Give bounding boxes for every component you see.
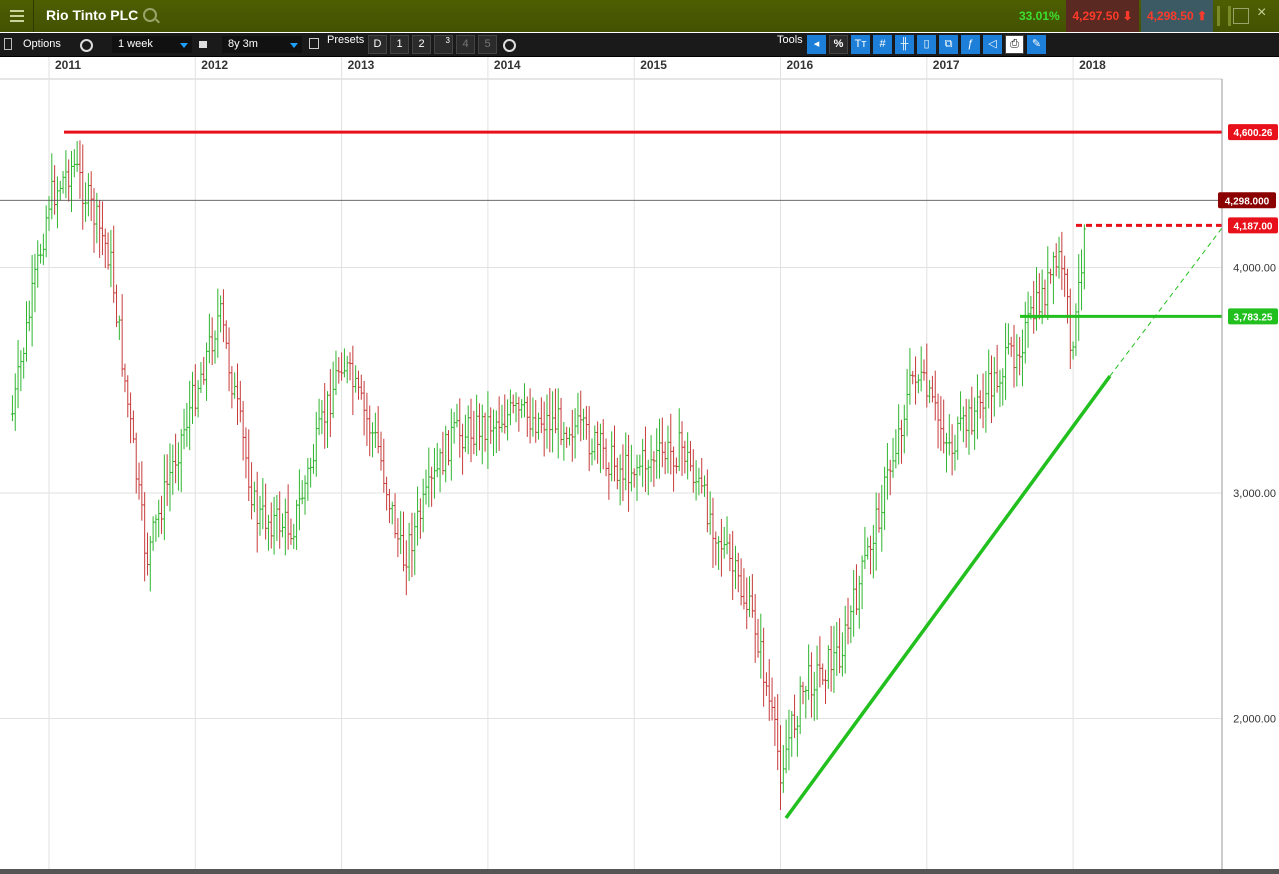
preset-d-button[interactable]: D [368,35,387,54]
price-axis-label: 2,000.00 [1233,714,1276,726]
drag-handle-icon[interactable] [1217,6,1231,26]
lock-icon[interactable] [199,33,209,56]
settings-gear-icon[interactable] [80,39,93,52]
grid-tool[interactable]: # [873,35,892,54]
year-label: 2014 [494,58,521,72]
pencil-icon: ✎ [1031,38,1042,50]
range-select[interactable]: 8y 3m [222,36,302,53]
grid-icon: # [879,38,886,50]
resistance-recent-badge: 4,187.00 [1228,217,1278,234]
menu-icon [9,15,24,17]
calendar-icon[interactable] [309,33,321,56]
price-chart[interactable]: 2011 2012 2013 2014 2015 2016 2017 2018 2,000.0… [0,57,1279,874]
year-label: 2017 [933,58,960,72]
year-label: 2011 [55,58,81,72]
label-tool[interactable]: ◁ [983,35,1002,54]
options-icon[interactable] [4,33,14,56]
percent-tool[interactable]: % [829,35,848,54]
price-axis-label: 4,000.00 [1233,263,1276,275]
popout-icon[interactable] [1233,8,1249,24]
chevron-down-icon [180,43,188,48]
close-icon[interactable]: × [1257,5,1271,21]
range-value: 8y 3m [228,38,258,50]
presets-settings-icon[interactable] [503,39,516,52]
buy-price: 4,298.50 [1146,9,1194,23]
year-label: 2013 [348,58,375,72]
indicator-icon: ƒ [967,38,974,50]
preset-3-button[interactable]: 3 [434,35,453,54]
preset-5-button[interactable]: 5 [478,35,497,54]
preset-2-button[interactable]: 2 [412,35,431,54]
print-tool[interactable]: ⎙ [1005,35,1024,54]
svg-text:3,783.25: 3,783.25 [1234,312,1273,323]
year-label: 2012 [201,58,228,72]
svg-text:4,187.00: 4,187.00 [1234,221,1273,232]
bottom-scroll-strip[interactable] [0,869,1279,874]
compare-icon: ⧉ [944,38,953,50]
chart-toolbar: Options 1 week 8y 3m Presets D 1 2 3 4 5… [0,33,1279,57]
crosshair-tool[interactable]: ╫ [895,35,914,54]
up-arrow-icon: ⬆ [1193,9,1208,23]
hamburger-menu-button[interactable] [0,0,34,32]
sell-price-button[interactable]: 4,297.50 ⬇ [1066,0,1139,32]
buy-price-button[interactable]: 4,298.50 ⬆ [1141,0,1213,32]
candle-tool[interactable]: ▯ [917,35,936,54]
back-arrow-icon: ◂ [813,38,820,50]
presets-label: Presets [327,34,365,46]
print-icon: ⎙ [1010,38,1019,50]
svg-text:4,600.26: 4,600.26 [1234,128,1273,139]
down-arrow-icon: ⬇ [1119,9,1133,23]
year-label: 2015 [640,58,667,72]
interval-value: 1 week [118,38,153,50]
back-arrow-tool[interactable]: ◂ [807,35,826,54]
instrument-title: Rio Tinto PLC [46,7,139,23]
window-controls: × [1213,0,1279,32]
candle-icon: ▯ [923,38,930,50]
year-label: 2018 [1079,58,1106,72]
draw-tool[interactable]: ✎ [1027,35,1046,54]
svg-text:4,298.000: 4,298.000 [1225,196,1270,207]
preset-1-button[interactable]: 1 [390,35,409,54]
text-tool[interactable]: Tт [851,35,870,54]
tools-label: Tools [777,34,803,46]
change-percent: 33.01% [1019,9,1060,23]
compare-tool[interactable]: ⧉ [939,35,958,54]
price-axis-label: 3,000.00 [1233,488,1276,500]
year-label: 2016 [787,58,814,72]
sell-price: 4,297.50 [1072,9,1120,23]
resistance-high-badge: 4,600.26 [1228,124,1278,141]
support-badge: 3,783.25 [1228,308,1278,325]
indicator-tool[interactable]: ƒ [961,35,980,54]
top-bar: Rio Tinto PLC 33.01% 4,297.50 ⬇ 4,298.50… [0,0,1279,32]
options-button[interactable]: Options [23,33,61,56]
current-price-badge: 4,298.000 [1218,192,1276,209]
chevron-down-icon [290,43,298,48]
crosshair-icon: ╫ [900,38,909,50]
preset-4-button[interactable]: 4 [456,35,475,54]
search-icon[interactable] [143,8,157,22]
label-icon: ◁ [988,38,997,50]
interval-select[interactable]: 1 week [112,36,192,53]
